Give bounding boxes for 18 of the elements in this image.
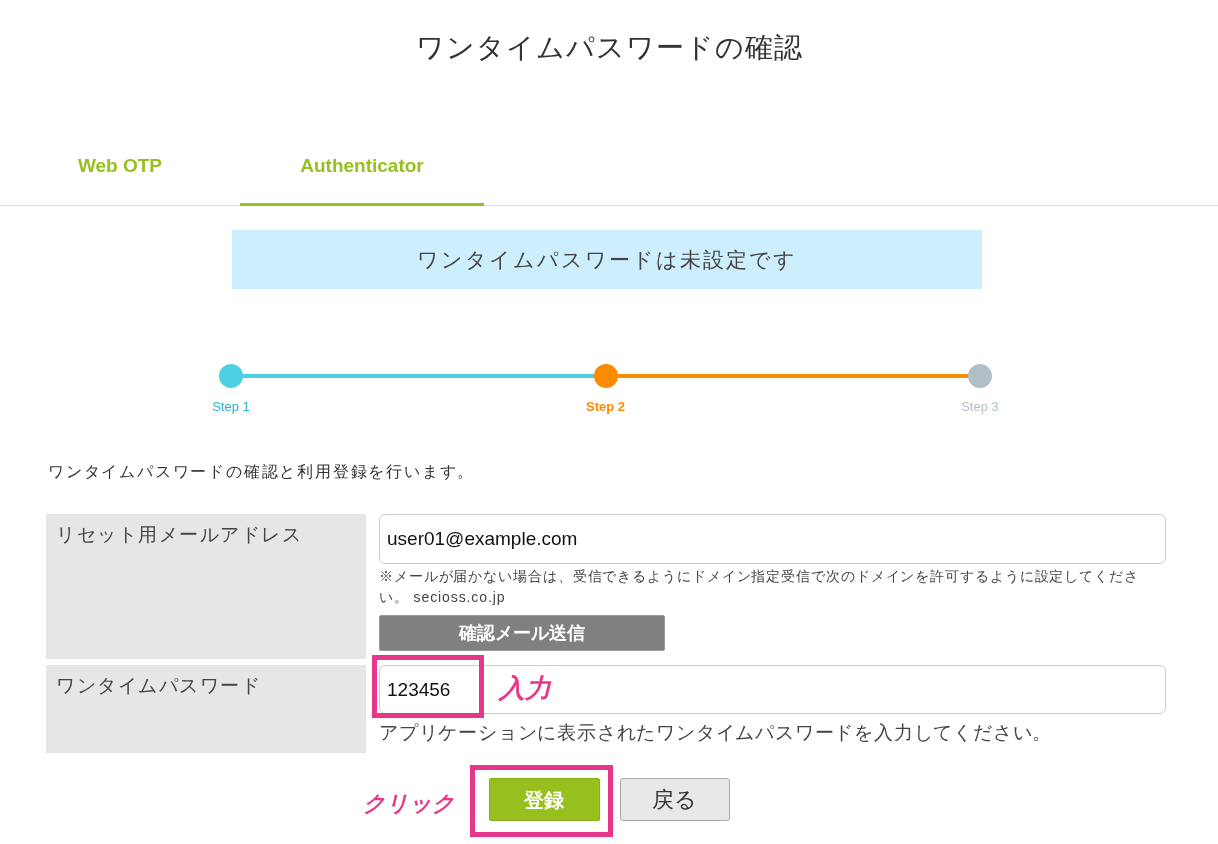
step-label: Step 1 bbox=[211, 398, 251, 416]
tab[interactable]: Web OTP bbox=[0, 130, 240, 206]
tab[interactable]: Authenticator bbox=[240, 130, 484, 206]
form-label: ワンタイムパスワード bbox=[46, 665, 366, 753]
email-field[interactable]: user01@example.com bbox=[379, 514, 1166, 564]
annotation-text: クリック bbox=[362, 790, 455, 818]
step-label: Step 3 bbox=[960, 398, 1000, 416]
form-label: リセット用メールアドレス bbox=[46, 514, 366, 659]
step-label: Step 2 bbox=[585, 398, 626, 416]
note-text: ※メールが届かない場合は、受信できるようにドメイン指定受信で次のドメインを許可するように設定してください。 secioss.co.jp bbox=[379, 567, 1140, 607]
notice-banner: ワンタイムパスワードは未設定です bbox=[232, 230, 982, 289]
back-button[interactable]: 戻る bbox=[619, 778, 730, 821]
hint-text: アプリケーションに表示されたワンタイムパスワードを入力してください。 bbox=[379, 721, 1053, 745]
send-email-button[interactable]: 確認メール送信 bbox=[379, 615, 665, 651]
register-button[interactable]: 登録 bbox=[488, 778, 600, 821]
page-title: ワンタイムパスワードの確認 bbox=[415, 31, 803, 65]
annotation-text: 入力 bbox=[499, 673, 551, 703]
intro-text: ワンタイムパスワードの確認と利用登録を行います。 bbox=[48, 462, 476, 482]
